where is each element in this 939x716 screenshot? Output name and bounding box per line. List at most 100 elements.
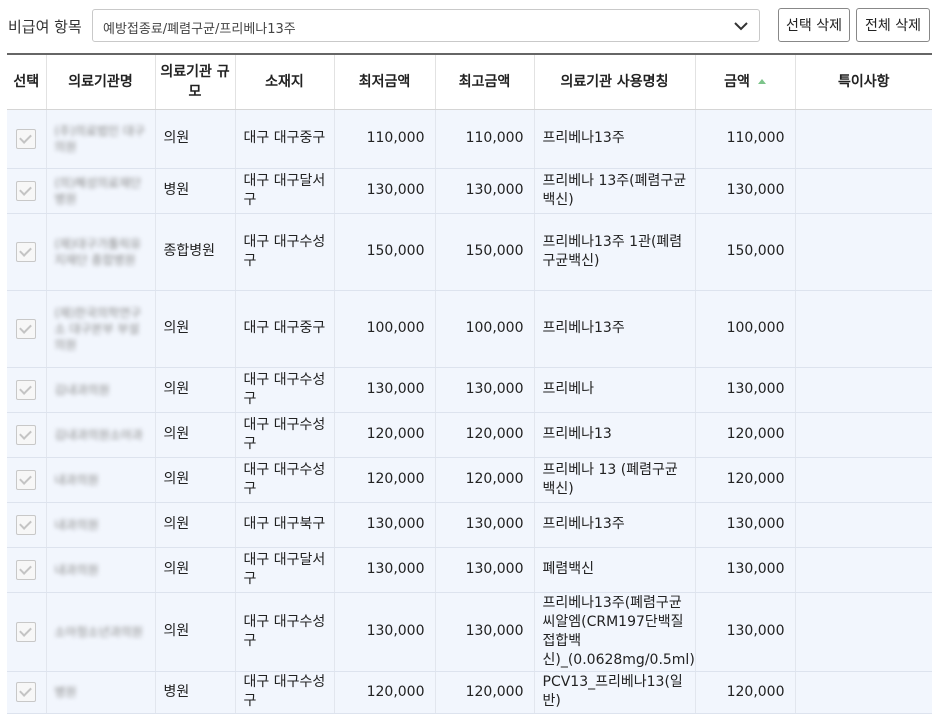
usage-name: 프리베나13주 <box>533 290 695 368</box>
col-min: 최저금액 <box>333 54 435 110</box>
delete-all-button[interactable]: 전체 삭제 <box>856 8 930 42</box>
institution-name-text: 내과의원 <box>54 517 99 532</box>
institution-name-text: (재)대구가톨릭유지재단 종합병원 <box>54 236 142 267</box>
row-checkbox[interactable] <box>16 379 37 400</box>
special-note <box>794 109 932 169</box>
item-select-value: 예방접종료/폐렴구균/프리베나13주 <box>103 22 296 37</box>
special-note <box>794 290 932 368</box>
row-select-cell[interactable] <box>7 671 46 714</box>
sort-asc-icon[interactable] <box>757 79 766 85</box>
institution-scale: 의원 <box>154 502 235 548</box>
table-row[interactable]: 소아청소년과의원 의원 대구 대구수성구 130,000 130,000 프리베나13주(… <box>7 592 932 672</box>
row-select-cell[interactable] <box>7 502 46 548</box>
price-amount: 150,000 <box>694 213 795 291</box>
special-note <box>794 457 932 503</box>
price-amount: 130,000 <box>694 367 795 413</box>
row-select-cell[interactable] <box>7 290 46 368</box>
table-row[interactable]: (재)한국의학연구소 대구본부 부설의원 의원 대구 대구중구 100,000 100,… <box>7 290 932 368</box>
usage-name: 프리베나13주 <box>533 109 695 169</box>
row-select-cell[interactable] <box>7 367 46 413</box>
institution-name-text: 병원 <box>54 685 77 699</box>
price-amount: 130,000 <box>694 592 795 672</box>
table-row[interactable]: 김내과의원소아과 의원 대구 대구수성구 120,000 120,000 프리베나13 12… <box>7 412 932 458</box>
usage-name: 프리베나 13주(폐렴구균백신) <box>533 168 695 214</box>
table-row[interactable]: 김내과의원 의원 대구 대구수성구 130,000 130,000 프리베나 130,000 <box>7 367 932 413</box>
chevron-down-icon <box>734 22 748 31</box>
col-select: 선택 <box>7 54 46 110</box>
col-amount[interactable]: 금액 <box>694 54 795 110</box>
row-checkbox[interactable] <box>16 180 37 201</box>
min-price: 130,000 <box>333 367 435 413</box>
institution-name: 소아청소년과의원 <box>45 592 155 672</box>
max-price: 130,000 <box>434 367 534 413</box>
row-checkbox[interactable] <box>16 559 37 580</box>
institution-name: (재)한국의학연구소 대구본부 부설의원 <box>45 290 155 368</box>
institution-name-text: 내과의원 <box>54 562 99 577</box>
institution-location: 대구 대구달서구 <box>234 168 334 214</box>
institution-name: (주)의료법인 대구의원 <box>45 109 155 169</box>
special-note <box>794 213 932 291</box>
table-row[interactable]: 내과의원 의원 대구 대구북구 130,000 130,000 프리베나13주 130,00… <box>7 502 932 548</box>
institution-name-text: (주)의료법인 대구의원 <box>54 123 145 154</box>
max-price: 150,000 <box>434 213 534 291</box>
row-select-cell[interactable] <box>7 547 46 593</box>
min-price: 120,000 <box>333 671 435 714</box>
special-note <box>794 547 932 593</box>
min-price: 120,000 <box>333 412 435 458</box>
institution-name: 내과의원 <box>45 502 155 548</box>
row-select-cell[interactable] <box>7 592 46 672</box>
table-row[interactable]: (주)의료법인 대구의원 의원 대구 대구중구 110,000 110,000 프리베나1… <box>7 109 932 169</box>
row-select-cell[interactable] <box>7 213 46 291</box>
col-max: 최고금액 <box>434 54 534 110</box>
institution-scale: 의원 <box>154 367 235 413</box>
table-row[interactable]: (의)혜성의료재단 병원 병원 대구 대구달서구 130,000 130,000 프리베나… <box>7 168 932 214</box>
institution-name: 내과의원 <box>45 547 155 593</box>
col-name: 의료기관명 <box>45 54 155 110</box>
row-checkbox[interactable] <box>16 682 37 702</box>
col-usage: 의료기관 사용명칭 <box>533 54 695 110</box>
row-select-cell[interactable] <box>7 168 46 214</box>
price-amount: 130,000 <box>694 547 795 593</box>
min-price: 120,000 <box>333 457 435 503</box>
institution-location: 대구 대구달서구 <box>234 547 334 593</box>
special-note <box>794 671 932 714</box>
institution-name: 김내과의원 <box>45 367 155 413</box>
max-price: 120,000 <box>434 412 534 458</box>
row-checkbox[interactable] <box>16 241 37 262</box>
institution-location: 대구 대구수성구 <box>234 412 334 458</box>
row-select-cell[interactable] <box>7 457 46 503</box>
row-checkbox[interactable] <box>16 469 37 490</box>
table-row[interactable]: 병원 병원 대구 대구수성구 120,000 120,000 PCV13_프리베나13(일… <box>7 671 932 714</box>
institution-scale: 의원 <box>154 109 235 169</box>
usage-name: 폐렴백신 <box>533 547 695 593</box>
usage-name: 프리베나 <box>533 367 695 413</box>
institution-location: 대구 대구수성구 <box>234 367 334 413</box>
institution-scale: 의원 <box>154 547 235 593</box>
institution-name: 김내과의원소아과 <box>45 412 155 458</box>
min-price: 130,000 <box>333 502 435 548</box>
item-select[interactable]: 예방접종료/폐렴구균/프리베나13주 <box>92 9 760 42</box>
table-row[interactable]: 내과의원 의원 대구 대구달서구 130,000 130,000 폐렴백신 130,000 <box>7 547 932 593</box>
min-price: 130,000 <box>333 547 435 593</box>
row-checkbox[interactable] <box>16 514 37 535</box>
row-checkbox[interactable] <box>16 128 37 149</box>
institution-name: 내과의원 <box>45 457 155 503</box>
row-checkbox[interactable] <box>16 621 37 642</box>
institution-location: 대구 대구중구 <box>234 290 334 368</box>
institution-name-text: 소아청소년과의원 <box>54 624 143 639</box>
usage-name: PCV13_프리베나13(일반) <box>533 671 695 714</box>
min-price: 100,000 <box>333 290 435 368</box>
row-select-cell[interactable] <box>7 109 46 169</box>
institution-scale: 의원 <box>154 290 235 368</box>
special-note <box>794 367 932 413</box>
row-select-cell[interactable] <box>7 412 46 458</box>
col-note: 특이사항 <box>794 54 932 110</box>
institution-scale: 의원 <box>154 457 235 503</box>
table-row[interactable]: (재)대구가톨릭유지재단 종합병원 종합병원 대구 대구수성구 150,000 150,… <box>7 213 932 291</box>
row-checkbox[interactable] <box>16 424 37 445</box>
table-row[interactable]: 내과의원 의원 대구 대구수성구 120,000 120,000 프리베나 13 (폐렴구… <box>7 457 932 503</box>
institution-name-text: (재)한국의학연구소 대구본부 부설의원 <box>54 305 142 352</box>
institution-name: (재)대구가톨릭유지재단 종합병원 <box>45 213 155 291</box>
delete-selected-button[interactable]: 선택 삭제 <box>778 8 850 42</box>
row-checkbox[interactable] <box>16 318 37 339</box>
